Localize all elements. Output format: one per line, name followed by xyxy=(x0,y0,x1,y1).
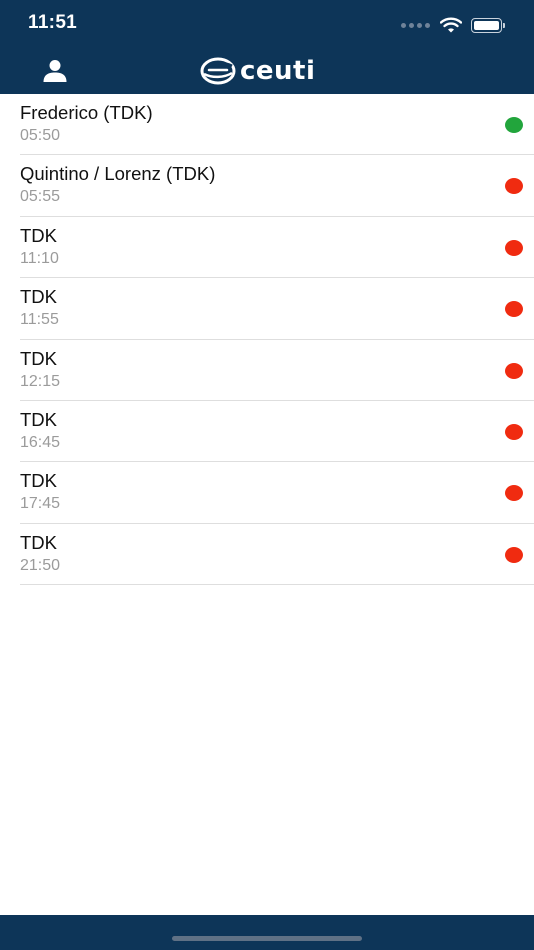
schedule-list: Frederico (TDK) 05:50 Quintino / Lorenz (T… xyxy=(0,94,534,586)
list-item-time: 05:50 xyxy=(20,127,61,144)
list-item-title: TDK xyxy=(20,347,57,369)
status-dot-icon xyxy=(505,546,523,563)
ceuti-logo: ceuti xyxy=(200,54,315,88)
list-item-title: TDK xyxy=(20,224,57,246)
list-item-time: 16:45 xyxy=(20,433,61,451)
ceuti-logo-mark-icon xyxy=(200,57,236,85)
list-item-title: TDK xyxy=(20,470,57,492)
profile-icon[interactable] xyxy=(42,59,68,83)
list-item-time: 05:55 xyxy=(20,188,61,206)
list-item-title: Frederico (TDK) xyxy=(20,102,153,123)
list-item-title: TDK xyxy=(20,531,57,553)
logo-text: ceuti xyxy=(240,56,316,86)
status-dot-icon xyxy=(505,301,523,318)
list-item[interactable]: Frederico (TDK) 05:50 xyxy=(0,94,534,156)
list-item-time: 11:10 xyxy=(20,249,59,267)
battery-icon xyxy=(471,17,505,33)
wifi-icon xyxy=(440,17,462,33)
list-item[interactable]: TDK 17:45 xyxy=(0,462,534,525)
list-item[interactable]: TDK 11:10 xyxy=(0,217,534,279)
list-item-time: 21:50 xyxy=(20,556,61,574)
list-item[interactable]: TDK 12:15 xyxy=(0,340,534,402)
bottom-bar xyxy=(0,915,534,950)
status-icons xyxy=(401,14,505,36)
top-bar: 11:51 ceuti xyxy=(0,0,534,94)
home-indicator[interactable] xyxy=(172,936,362,941)
status-time: 11:51 xyxy=(28,12,78,33)
status-dot-icon xyxy=(505,239,523,256)
status-dot-icon xyxy=(505,117,523,133)
list-item-time: 11:55 xyxy=(20,311,59,329)
list-item-title: TDK xyxy=(20,286,57,308)
status-dot-icon xyxy=(505,362,523,379)
status-dot-icon xyxy=(505,423,523,440)
list-item-title: Quintino / Lorenz (TDK) xyxy=(20,163,216,185)
list-item-title: TDK xyxy=(20,408,57,430)
list-item[interactable]: TDK 21:50 xyxy=(0,524,534,586)
cellular-signal-icon xyxy=(401,22,430,28)
status-dot-icon xyxy=(505,485,523,502)
list-item[interactable]: Quintino / Lorenz (TDK) 05:55 xyxy=(0,155,534,218)
list-item[interactable]: TDK 16:45 xyxy=(0,401,534,463)
status-dot-icon xyxy=(505,178,523,195)
list-item-time: 17:45 xyxy=(20,495,61,513)
list-item-time: 12:15 xyxy=(20,372,61,390)
list-item[interactable]: TDK 11:55 xyxy=(0,278,534,340)
